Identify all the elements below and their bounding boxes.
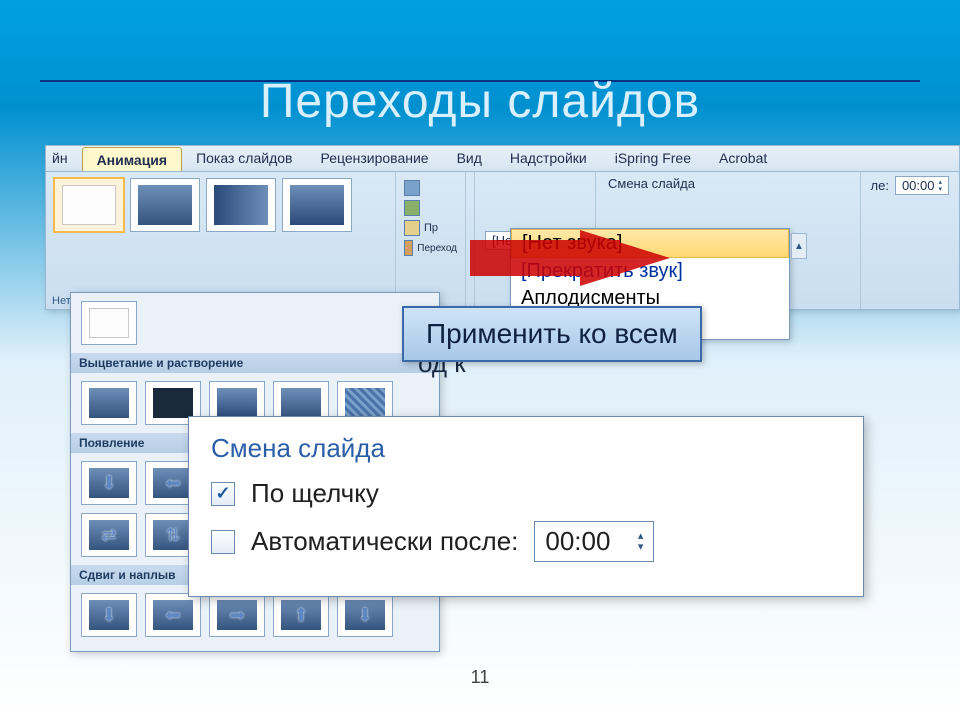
- push-left-icon: ⬅: [165, 605, 180, 626]
- split-h-icon: ⇄: [101, 525, 116, 546]
- tab-view[interactable]: Вид: [443, 146, 496, 171]
- gallery-thumb[interactable]: ⬆: [273, 593, 329, 637]
- on-click-checkbox[interactable]: ✓: [211, 482, 235, 506]
- push-right-icon: ➡: [229, 605, 244, 626]
- tab-addins[interactable]: Надстройки: [496, 146, 601, 171]
- slide-title: Переходы слайдов: [30, 74, 930, 129]
- auto-after-checkbox[interactable]: [211, 530, 235, 554]
- transition-thumb[interactable]: [206, 178, 276, 232]
- split-v-icon: ⇅: [165, 525, 180, 546]
- group-label-none: Нет: [52, 295, 71, 307]
- tab-animation[interactable]: Анимация: [82, 147, 183, 171]
- page-number: 11: [471, 667, 490, 688]
- advance-slide-dialog: Смена слайда ✓ По щелчку Автоматически п…: [188, 416, 864, 597]
- gallery-thumb-none[interactable]: [81, 301, 137, 345]
- spinner-icon[interactable]: ▴▾: [938, 179, 942, 193]
- tab-slideshow[interactable]: Показ слайдов: [182, 146, 306, 171]
- auto-after-label: Автоматически после:: [251, 526, 518, 557]
- speed-icon[interactable]: [404, 200, 420, 216]
- sound-icon[interactable]: [404, 180, 420, 196]
- arrow-left-icon: ⬅: [165, 473, 180, 494]
- transition-icon[interactable]: [404, 240, 413, 256]
- gallery-thumb[interactable]: [81, 381, 137, 425]
- after-label-partial: ле:: [871, 178, 889, 193]
- spinner-icon[interactable]: ▴▾: [638, 531, 644, 553]
- small-label-pr: Пр: [424, 222, 438, 234]
- apply-icon[interactable]: [404, 220, 420, 236]
- arrow-down-icon: ⬇: [101, 473, 116, 494]
- dialog-title: Смена слайда: [211, 433, 841, 464]
- transition-thumb[interactable]: [282, 178, 352, 232]
- gallery-thumb[interactable]: ⬇: [337, 593, 393, 637]
- push-up-icon: ⬆: [293, 605, 308, 626]
- ribbon-tabs: йн Анимация Показ слайдов Рецензирование…: [46, 146, 959, 172]
- transition-thumb[interactable]: [130, 178, 200, 232]
- tab-acrobat[interactable]: Acrobat: [705, 146, 781, 171]
- tab-ispring[interactable]: iSpring Free: [601, 146, 705, 171]
- gallery-thumb[interactable]: ⬅: [145, 593, 201, 637]
- ribbon-time-input[interactable]: 00:00 ▴▾: [895, 176, 949, 195]
- ribbon-screenshot: йн Анимация Показ слайдов Рецензирование…: [45, 145, 960, 310]
- transition-none-thumb[interactable]: [54, 178, 124, 232]
- on-click-label: По щелчку: [251, 478, 379, 509]
- gallery-thumb[interactable]: ⬇: [81, 461, 137, 505]
- tab-partial-design[interactable]: йн: [46, 146, 82, 171]
- gallery-thumb[interactable]: ⬇: [81, 593, 137, 637]
- tab-review[interactable]: Рецензирование: [306, 146, 442, 171]
- gallery-thumb[interactable]: ➡: [209, 593, 265, 637]
- gallery-thumb[interactable]: ⇄: [81, 513, 137, 557]
- gallery-section-fade: Выцветание и растворение: [71, 353, 439, 373]
- red-arrow-callout: [580, 230, 670, 286]
- small-label-transition: Переход: [417, 243, 457, 254]
- scroll-up-icon[interactable]: ▲: [791, 233, 807, 259]
- push-down-icon: ⬇: [101, 605, 116, 626]
- auto-time-input[interactable]: 00:00 ▴▾: [534, 521, 654, 562]
- apply-to-all-callout: Применить ко всем: [402, 306, 702, 362]
- cover-icon: ⬇: [357, 605, 372, 626]
